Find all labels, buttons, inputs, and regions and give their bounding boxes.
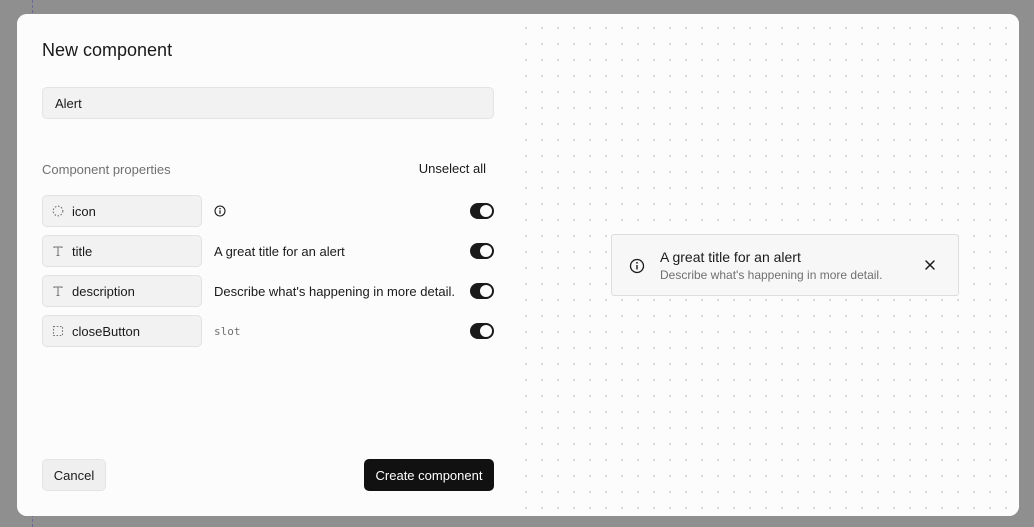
property-chip-closebutton[interactable]: closeButton xyxy=(42,315,202,347)
preview-canvas: A great title for an alert Describe what… xyxy=(512,14,1019,516)
property-name: icon xyxy=(72,203,96,219)
text-type-icon xyxy=(52,285,64,297)
dashed-square-icon xyxy=(52,325,64,337)
property-row-description: description Describe what's happening in… xyxy=(42,275,494,307)
alert-title: A great title for an alert xyxy=(660,249,801,265)
property-name: closeButton xyxy=(72,323,140,339)
info-icon xyxy=(629,258,645,274)
toggle-closebutton-property[interactable] xyxy=(470,323,494,339)
close-icon[interactable] xyxy=(923,258,937,272)
property-name: description xyxy=(72,283,135,299)
property-value-title: A great title for an alert xyxy=(214,243,345,259)
toggle-knob xyxy=(480,325,492,337)
toggle-knob xyxy=(480,285,492,297)
info-icon xyxy=(214,205,226,217)
dialog-title: New component xyxy=(42,40,173,60)
create-component-button[interactable]: Create component xyxy=(364,459,494,491)
component-name-input[interactable] xyxy=(42,87,494,119)
toggle-title-property[interactable] xyxy=(470,243,494,259)
properties-header: Component properties xyxy=(42,162,171,177)
property-chip-description[interactable]: description xyxy=(42,275,202,307)
cancel-button[interactable]: Cancel xyxy=(42,459,106,491)
new-component-dialog: New component Component properties Unsel… xyxy=(17,14,1019,516)
property-value-closebutton: slot xyxy=(214,324,241,338)
unselect-all-button[interactable]: Unselect all xyxy=(419,161,486,176)
toggle-knob xyxy=(480,245,492,257)
property-value-description: Describe what's happening in more detail… xyxy=(214,283,455,299)
property-row-title: title A great title for an alert xyxy=(42,235,494,267)
property-chip-icon[interactable]: icon xyxy=(42,195,202,227)
dashed-circle-icon xyxy=(52,205,64,217)
property-row-closebutton: closeButton slot xyxy=(42,315,494,347)
toggle-knob xyxy=(480,205,492,217)
toggle-description-property[interactable] xyxy=(470,283,494,299)
property-chip-title[interactable]: title xyxy=(42,235,202,267)
text-type-icon xyxy=(52,245,64,257)
toggle-icon-property[interactable] xyxy=(470,203,494,219)
property-row-icon: icon xyxy=(42,195,494,227)
dialog-form-panel: New component Component properties Unsel… xyxy=(17,14,512,516)
alert-preview: A great title for an alert Describe what… xyxy=(611,234,959,296)
property-value-icon xyxy=(214,195,226,227)
property-name: title xyxy=(72,243,93,259)
alert-description: Describe what's happening in more detail… xyxy=(660,268,883,282)
